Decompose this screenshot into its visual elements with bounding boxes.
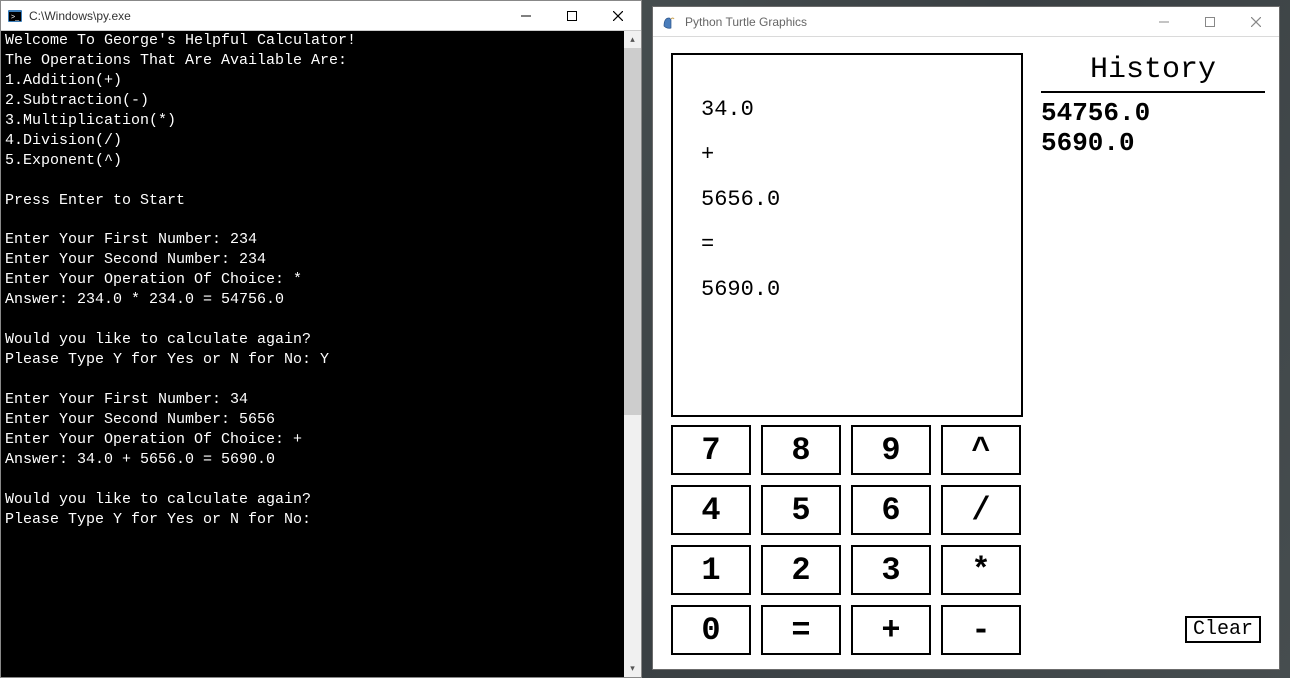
key-1[interactable]: 1: [671, 545, 751, 595]
calc-display: 34.0+5656.0=5690.0: [671, 53, 1023, 417]
turtle-window-controls: [1141, 7, 1279, 36]
minimize-button[interactable]: [503, 1, 549, 30]
turtle-titlebar[interactable]: Python Turtle Graphics: [653, 7, 1279, 37]
history-item: 5690.0: [1041, 129, 1265, 159]
console-title: C:\Windows\py.exe: [29, 9, 503, 23]
console-window: >_ C:\Windows\py.exe Welcome To George's…: [0, 0, 642, 678]
close-button[interactable]: [1233, 7, 1279, 36]
key-4[interactable]: 4: [671, 485, 751, 535]
console-scrollbar[interactable]: ▴ ▾: [624, 31, 641, 677]
key-+[interactable]: +: [851, 605, 931, 655]
display-line: 34.0: [701, 87, 993, 132]
scroll-down-arrow-icon[interactable]: ▾: [624, 660, 641, 677]
scroll-up-arrow-icon[interactable]: ▴: [624, 31, 641, 48]
key-5[interactable]: 5: [761, 485, 841, 535]
key-^[interactable]: ^: [941, 425, 1021, 475]
key--[interactable]: -: [941, 605, 1021, 655]
key-/[interactable]: /: [941, 485, 1021, 535]
console-titlebar[interactable]: >_ C:\Windows\py.exe: [1, 1, 641, 31]
key-0[interactable]: 0: [671, 605, 751, 655]
maximize-button[interactable]: [549, 1, 595, 30]
maximize-button[interactable]: [1187, 7, 1233, 36]
key-6[interactable]: 6: [851, 485, 931, 535]
scroll-thumb[interactable]: [624, 48, 641, 415]
clear-button[interactable]: Clear: [1185, 616, 1261, 643]
display-line: 5690.0: [701, 267, 993, 312]
key-*[interactable]: *: [941, 545, 1021, 595]
turtle-window: Python Turtle Graphics 34.0+5656.0=5690.…: [652, 6, 1280, 670]
close-button[interactable]: [595, 1, 641, 30]
display-line: =: [701, 222, 993, 267]
key-9[interactable]: 9: [851, 425, 931, 475]
history-list: 54756.05690.0: [1041, 99, 1265, 159]
turtle-title: Python Turtle Graphics: [685, 15, 1141, 29]
console-text: Welcome To George's Helpful Calculator! …: [5, 32, 356, 528]
key-2[interactable]: 2: [761, 545, 841, 595]
key-7[interactable]: 7: [671, 425, 751, 475]
key-8[interactable]: 8: [761, 425, 841, 475]
history-panel: History 54756.05690.0: [1041, 53, 1265, 655]
history-title: History: [1041, 53, 1265, 93]
console-app-icon: >_: [7, 8, 23, 24]
minimize-button[interactable]: [1141, 7, 1187, 36]
turtle-canvas: 34.0+5656.0=5690.0 History 54756.05690.0…: [653, 37, 1279, 669]
key-=[interactable]: =: [761, 605, 841, 655]
display-line: +: [701, 132, 993, 177]
key-3[interactable]: 3: [851, 545, 931, 595]
svg-text:>_: >_: [11, 14, 19, 21]
keypad: 789^ 456/ 123* 0=+-: [671, 425, 1021, 655]
console-output[interactable]: Welcome To George's Helpful Calculator! …: [1, 31, 641, 677]
console-window-controls: [503, 1, 641, 30]
display-line: 5656.0: [701, 177, 993, 222]
scroll-track[interactable]: [624, 48, 641, 660]
history-item: 54756.0: [1041, 99, 1265, 129]
turtle-app-icon: [661, 14, 677, 30]
